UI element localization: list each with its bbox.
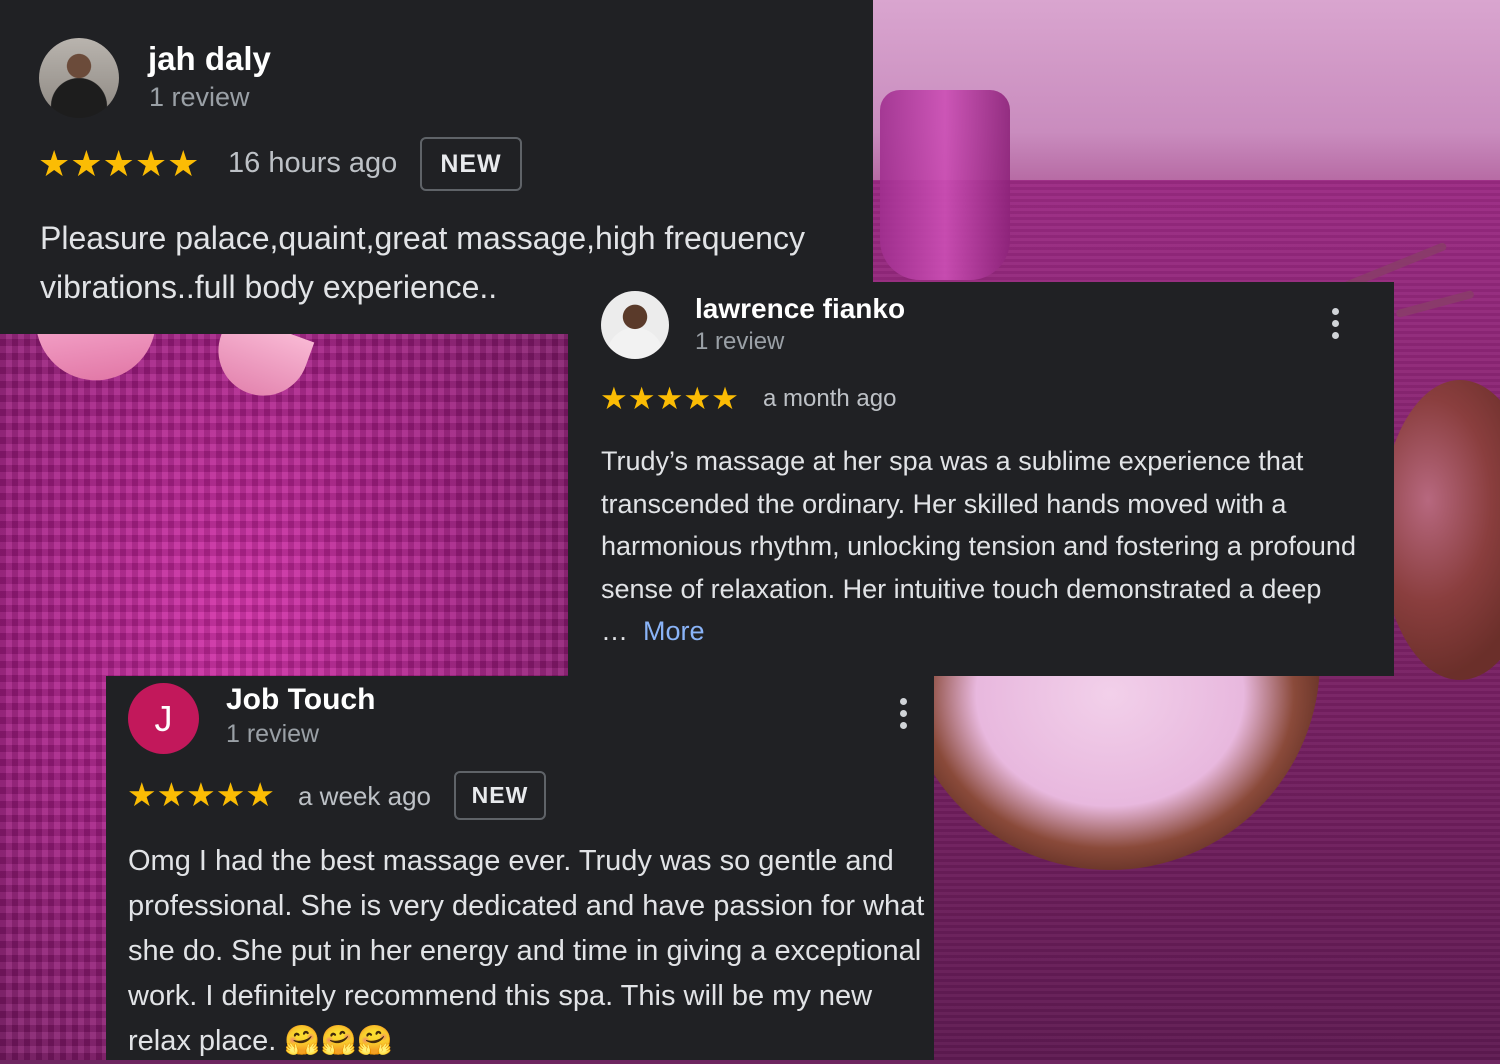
new-badge: NEW [420, 137, 522, 191]
avatar[interactable] [39, 38, 119, 118]
review-time: a month ago [763, 385, 897, 412]
review-text-body: Trudy’s massage at her spa was a sublime… [601, 446, 1356, 646]
review-count: 1 review [226, 720, 320, 748]
star-rating: ★★★★★ [127, 776, 275, 813]
star-icon: ★★★★★ [600, 381, 739, 416]
new-badge: NEW [454, 771, 546, 820]
star-rating: ★★★★★ [38, 143, 200, 184]
reviewer-name[interactable]: jah daly [148, 40, 271, 78]
avatar[interactable] [601, 291, 669, 359]
review-time: a week ago [298, 781, 431, 811]
review-count: 1 review [695, 328, 785, 355]
more-vert-icon[interactable] [1328, 308, 1342, 339]
star-icon: ★★★★★ [38, 143, 200, 184]
review-count: 1 review [149, 82, 250, 112]
background-candle [880, 90, 1010, 280]
avatar[interactable]: J [128, 683, 199, 754]
star-rating: ★★★★★ [600, 381, 739, 416]
review-card-job-touch: J Job Touch 1 review ★★★★★ a week ago NE… [106, 676, 934, 1060]
review-text: Omg I had the best massage ever. Trudy w… [128, 845, 925, 1057]
reviewer-name[interactable]: lawrence fianko [695, 293, 905, 325]
review-text: Trudy’s massage at her spa was a sublime… [601, 440, 1361, 653]
review-time: 16 hours ago [228, 147, 398, 179]
reviewer-name[interactable]: Job Touch [226, 683, 375, 717]
star-icon: ★★★★★ [127, 776, 275, 813]
more-vert-icon[interactable] [896, 698, 910, 729]
more-link[interactable]: More [643, 616, 705, 646]
review-card-lawrence-fianko: lawrence fianko 1 review ★★★★★ a month a… [568, 282, 1394, 676]
